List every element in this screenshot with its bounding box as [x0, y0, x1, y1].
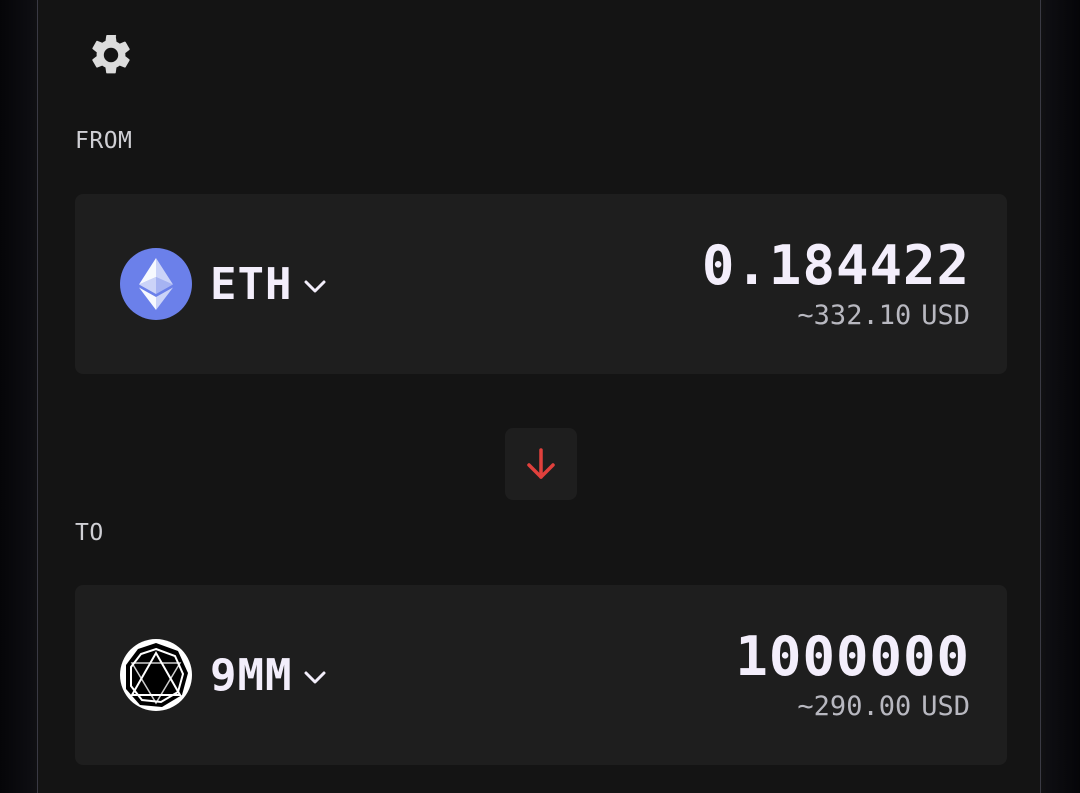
- from-usd-value: ~332.10 USD: [797, 300, 970, 331]
- to-amount-input[interactable]: 1000000: [735, 625, 970, 688]
- 9mm-logo-icon: [120, 639, 192, 711]
- ethereum-logo-icon: [120, 248, 192, 320]
- gear-icon: [92, 34, 130, 74]
- from-amount-input[interactable]: 0.184422: [702, 234, 970, 297]
- from-token-card: ETH 0.184422 ~332.10 USD: [75, 194, 1007, 374]
- to-token-symbol: 9MM: [210, 649, 293, 701]
- swap-panel: FROM ETH 0.184422 ~332.10 USD TO 9MM 100…: [37, 0, 1041, 793]
- page: FROM ETH 0.184422 ~332.10 USD TO 9MM 100…: [0, 0, 1080, 793]
- to-usd-value: ~290.00 USD: [797, 691, 970, 722]
- to-token-card: 9MM 1000000 ~290.00 USD: [75, 585, 1007, 765]
- arrow-down-icon: [527, 448, 555, 479]
- chevron-down-icon: [304, 276, 326, 298]
- from-usd-amount: ~332.10: [797, 300, 912, 331]
- switch-tokens-button[interactable]: [505, 428, 577, 500]
- to-token-selector[interactable]: 9MM: [120, 638, 326, 712]
- to-usd-unit: USD: [921, 691, 970, 722]
- to-label: TO: [75, 520, 104, 546]
- settings-button[interactable]: [86, 30, 136, 80]
- to-usd-amount: ~290.00: [797, 691, 912, 722]
- chevron-down-icon: [304, 667, 326, 689]
- from-usd-unit: USD: [921, 300, 970, 331]
- from-token-symbol: ETH: [210, 258, 293, 310]
- from-label: FROM: [75, 128, 133, 154]
- from-token-selector[interactable]: ETH: [120, 247, 326, 321]
